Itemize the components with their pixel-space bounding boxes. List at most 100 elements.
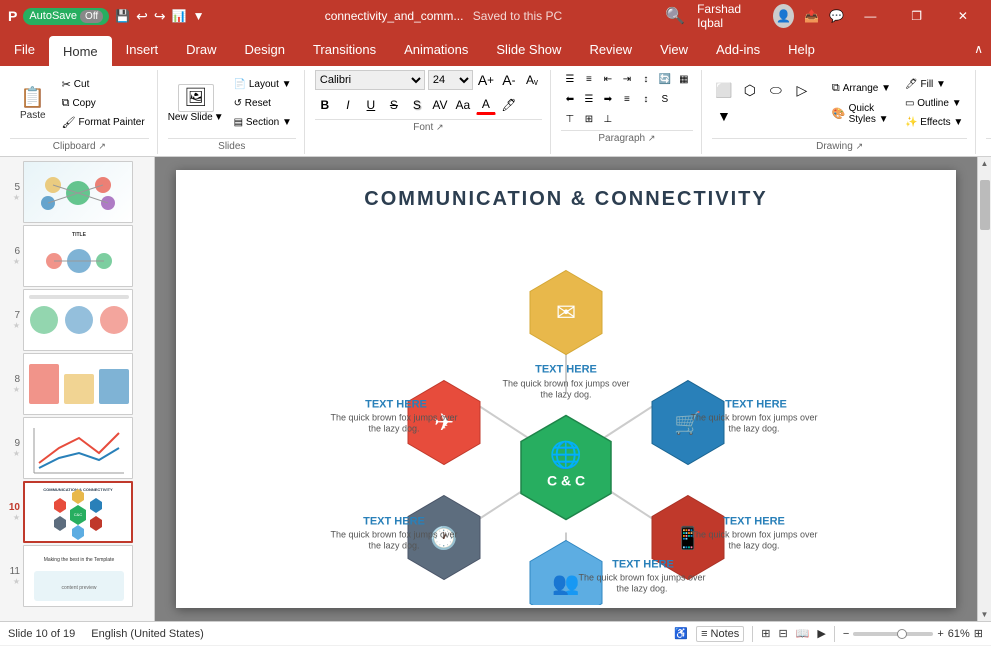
shape-3[interactable]: ⬭ xyxy=(764,78,788,102)
shape-more[interactable]: ▼ xyxy=(712,104,736,128)
shape-2[interactable]: ⬡ xyxy=(738,78,762,102)
zoom-in-btn[interactable]: + xyxy=(937,628,943,640)
minimize-btn[interactable]: — xyxy=(850,0,890,32)
autosave-toggle[interactable]: AutoSave Off xyxy=(23,8,109,25)
justify-btn[interactable]: ≡ xyxy=(618,90,636,108)
quick-styles-btn[interactable]: 🎨QuickStyles ▼ xyxy=(828,101,895,127)
shape-4[interactable]: ▷ xyxy=(790,78,814,102)
convert-smartart-btn[interactable]: 🔄 xyxy=(656,70,674,88)
view-normal-btn[interactable]: ⊞ xyxy=(761,627,770,640)
tab-animations[interactable]: Animations xyxy=(390,32,482,66)
tab-draw[interactable]: Draw xyxy=(172,32,230,66)
zoom-out-btn[interactable]: − xyxy=(843,628,849,640)
increase-font-btn[interactable]: A+ xyxy=(476,70,496,90)
italic-btn[interactable]: I xyxy=(338,95,358,115)
present-btn[interactable]: 📊 xyxy=(172,9,187,23)
tab-insert[interactable]: Insert xyxy=(112,32,173,66)
tab-slideshow[interactable]: Slide Show xyxy=(482,32,575,66)
undo-btn[interactable]: ↩ xyxy=(136,8,148,25)
slide-thumb-5[interactable]: 5 ★ xyxy=(4,161,150,223)
paste-btn[interactable]: 📋 Paste xyxy=(10,81,56,125)
view-slide-sorter-btn[interactable]: ⊟ xyxy=(778,627,787,640)
customize-btn[interactable]: ▼ xyxy=(193,9,205,23)
font-color-btn[interactable]: A xyxy=(476,95,496,115)
slide-9-num-area: 9 ★ xyxy=(4,438,20,458)
text-direction-btn[interactable]: ↕ xyxy=(637,70,655,88)
restore-btn[interactable]: ❐ xyxy=(896,0,936,32)
tab-transitions[interactable]: Transitions xyxy=(299,32,390,66)
editing-btn[interactable]: ✏️ Editing xyxy=(986,81,991,125)
accessibility-btn[interactable]: ♿ xyxy=(674,627,688,640)
increase-indent-btn[interactable]: ⇥ xyxy=(618,70,636,88)
v-scrollbar[interactable]: ▲ ▼ xyxy=(977,157,991,621)
share-btn[interactable]: 📤 xyxy=(804,9,819,23)
slide-thumb-9[interactable]: 9 ★ xyxy=(4,417,150,479)
highlight-btn[interactable]: 🖊 xyxy=(499,95,519,115)
uppercase-btn[interactable]: Aa xyxy=(453,95,473,115)
numbering-btn[interactable]: ≡ xyxy=(580,70,598,88)
underline-btn[interactable]: U xyxy=(361,95,381,115)
tab-view[interactable]: View xyxy=(646,32,702,66)
section-btn[interactable]: ▤ Section ▼ xyxy=(230,115,296,130)
new-slide-btn[interactable]: 🖼 New Slide▼ xyxy=(168,84,224,123)
slide-thumb-7[interactable]: 7 ★ xyxy=(4,289,150,351)
shape-effects-btn[interactable]: ✨ Effects ▼ xyxy=(901,115,967,130)
text-shadow-btn[interactable]: S xyxy=(656,90,674,108)
slide-info: Slide 10 of 19 xyxy=(8,628,75,640)
scroll-up-btn[interactable]: ▲ xyxy=(981,159,989,168)
tab-addins[interactable]: Add-ins xyxy=(702,32,774,66)
ribbon-collapse-btn[interactable]: ∧ xyxy=(966,42,991,56)
notes-btn[interactable]: ≡ Notes xyxy=(696,626,744,642)
save-icon[interactable]: 💾 xyxy=(115,9,130,23)
shape-1[interactable]: ⬜ xyxy=(712,78,736,102)
comments-btn[interactable]: 💬 xyxy=(829,9,844,23)
slide-thumb-6[interactable]: 6 ★ TITLE xyxy=(4,225,150,287)
slide-thumb-11[interactable]: 11 ★ Making the best in the Templatecont… xyxy=(4,545,150,607)
autosave-label: AutoSave xyxy=(29,10,77,22)
align-left-btn[interactable]: ⬅ xyxy=(561,90,579,108)
layout-btn[interactable]: 📄 Layout ▼ xyxy=(230,77,296,92)
clear-format-btn[interactable]: Aᵥ xyxy=(522,70,542,90)
tab-review[interactable]: Review xyxy=(575,32,646,66)
align-top-btn[interactable]: ⊤ xyxy=(561,110,579,128)
align-center-btn[interactable]: ☰ xyxy=(580,90,598,108)
scroll-down-btn[interactable]: ▼ xyxy=(981,610,989,619)
decrease-indent-btn[interactable]: ⇤ xyxy=(599,70,617,88)
arrange-btn[interactable]: ⧉Arrange ▼ xyxy=(828,80,895,97)
slide-7-img xyxy=(23,289,133,351)
reset-btn[interactable]: ↺ Reset xyxy=(230,96,296,111)
bullets-btn[interactable]: ☰ xyxy=(561,70,579,88)
align-right-btn[interactable]: ➡ xyxy=(599,90,617,108)
tab-home[interactable]: Home xyxy=(49,36,112,66)
spacing-btn[interactable]: AV xyxy=(430,95,450,115)
scroll-thumb[interactable] xyxy=(980,180,990,230)
slide-thumb-8[interactable]: 8 ★ xyxy=(4,353,150,415)
zoom-slider[interactable] xyxy=(853,632,933,636)
tab-file[interactable]: File xyxy=(0,32,49,66)
columns-btn[interactable]: ▦ xyxy=(675,70,693,88)
shape-outline-btn[interactable]: ▭ Outline ▼ xyxy=(901,96,967,111)
font-family-select[interactable]: Calibri xyxy=(315,70,425,90)
view-reading-btn[interactable]: 📖 xyxy=(796,627,810,640)
fit-slide-btn[interactable]: ⊞ xyxy=(974,627,983,640)
close-btn[interactable]: ✕ xyxy=(943,0,983,32)
cut-btn[interactable]: ✂Cut xyxy=(58,76,149,93)
align-middle-btn[interactable]: ⊞ xyxy=(580,110,598,128)
tab-design[interactable]: Design xyxy=(231,32,299,66)
font-size-select[interactable]: 24 xyxy=(428,70,473,90)
format-painter-btn[interactable]: 🖌Format Painter xyxy=(58,114,149,131)
slide-canvas[interactable]: COMMUNICATION & CONNECTIVITY ✉ xyxy=(176,170,956,608)
strikethrough-btn[interactable]: S xyxy=(384,95,404,115)
redo-btn[interactable]: ↪ xyxy=(154,8,166,25)
decrease-font-btn[interactable]: A- xyxy=(499,70,519,90)
line-spacing-btn[interactable]: ↕ xyxy=(637,90,655,108)
tab-help[interactable]: Help xyxy=(774,32,829,66)
slide-thumb-10[interactable]: 10 ★ COMMUNICATION & CONNECTIVITY C&C xyxy=(4,481,150,543)
search-icon[interactable]: 🔍 xyxy=(665,6,685,26)
shadow-btn[interactable]: S xyxy=(407,95,427,115)
shape-fill-btn[interactable]: 🖊 Fill ▼ xyxy=(901,77,967,92)
align-bottom-btn[interactable]: ⊥ xyxy=(599,110,617,128)
bold-btn[interactable]: B xyxy=(315,95,335,115)
copy-btn[interactable]: ⧉Copy xyxy=(58,95,149,112)
view-presenter-btn[interactable]: ▶ xyxy=(817,627,825,640)
